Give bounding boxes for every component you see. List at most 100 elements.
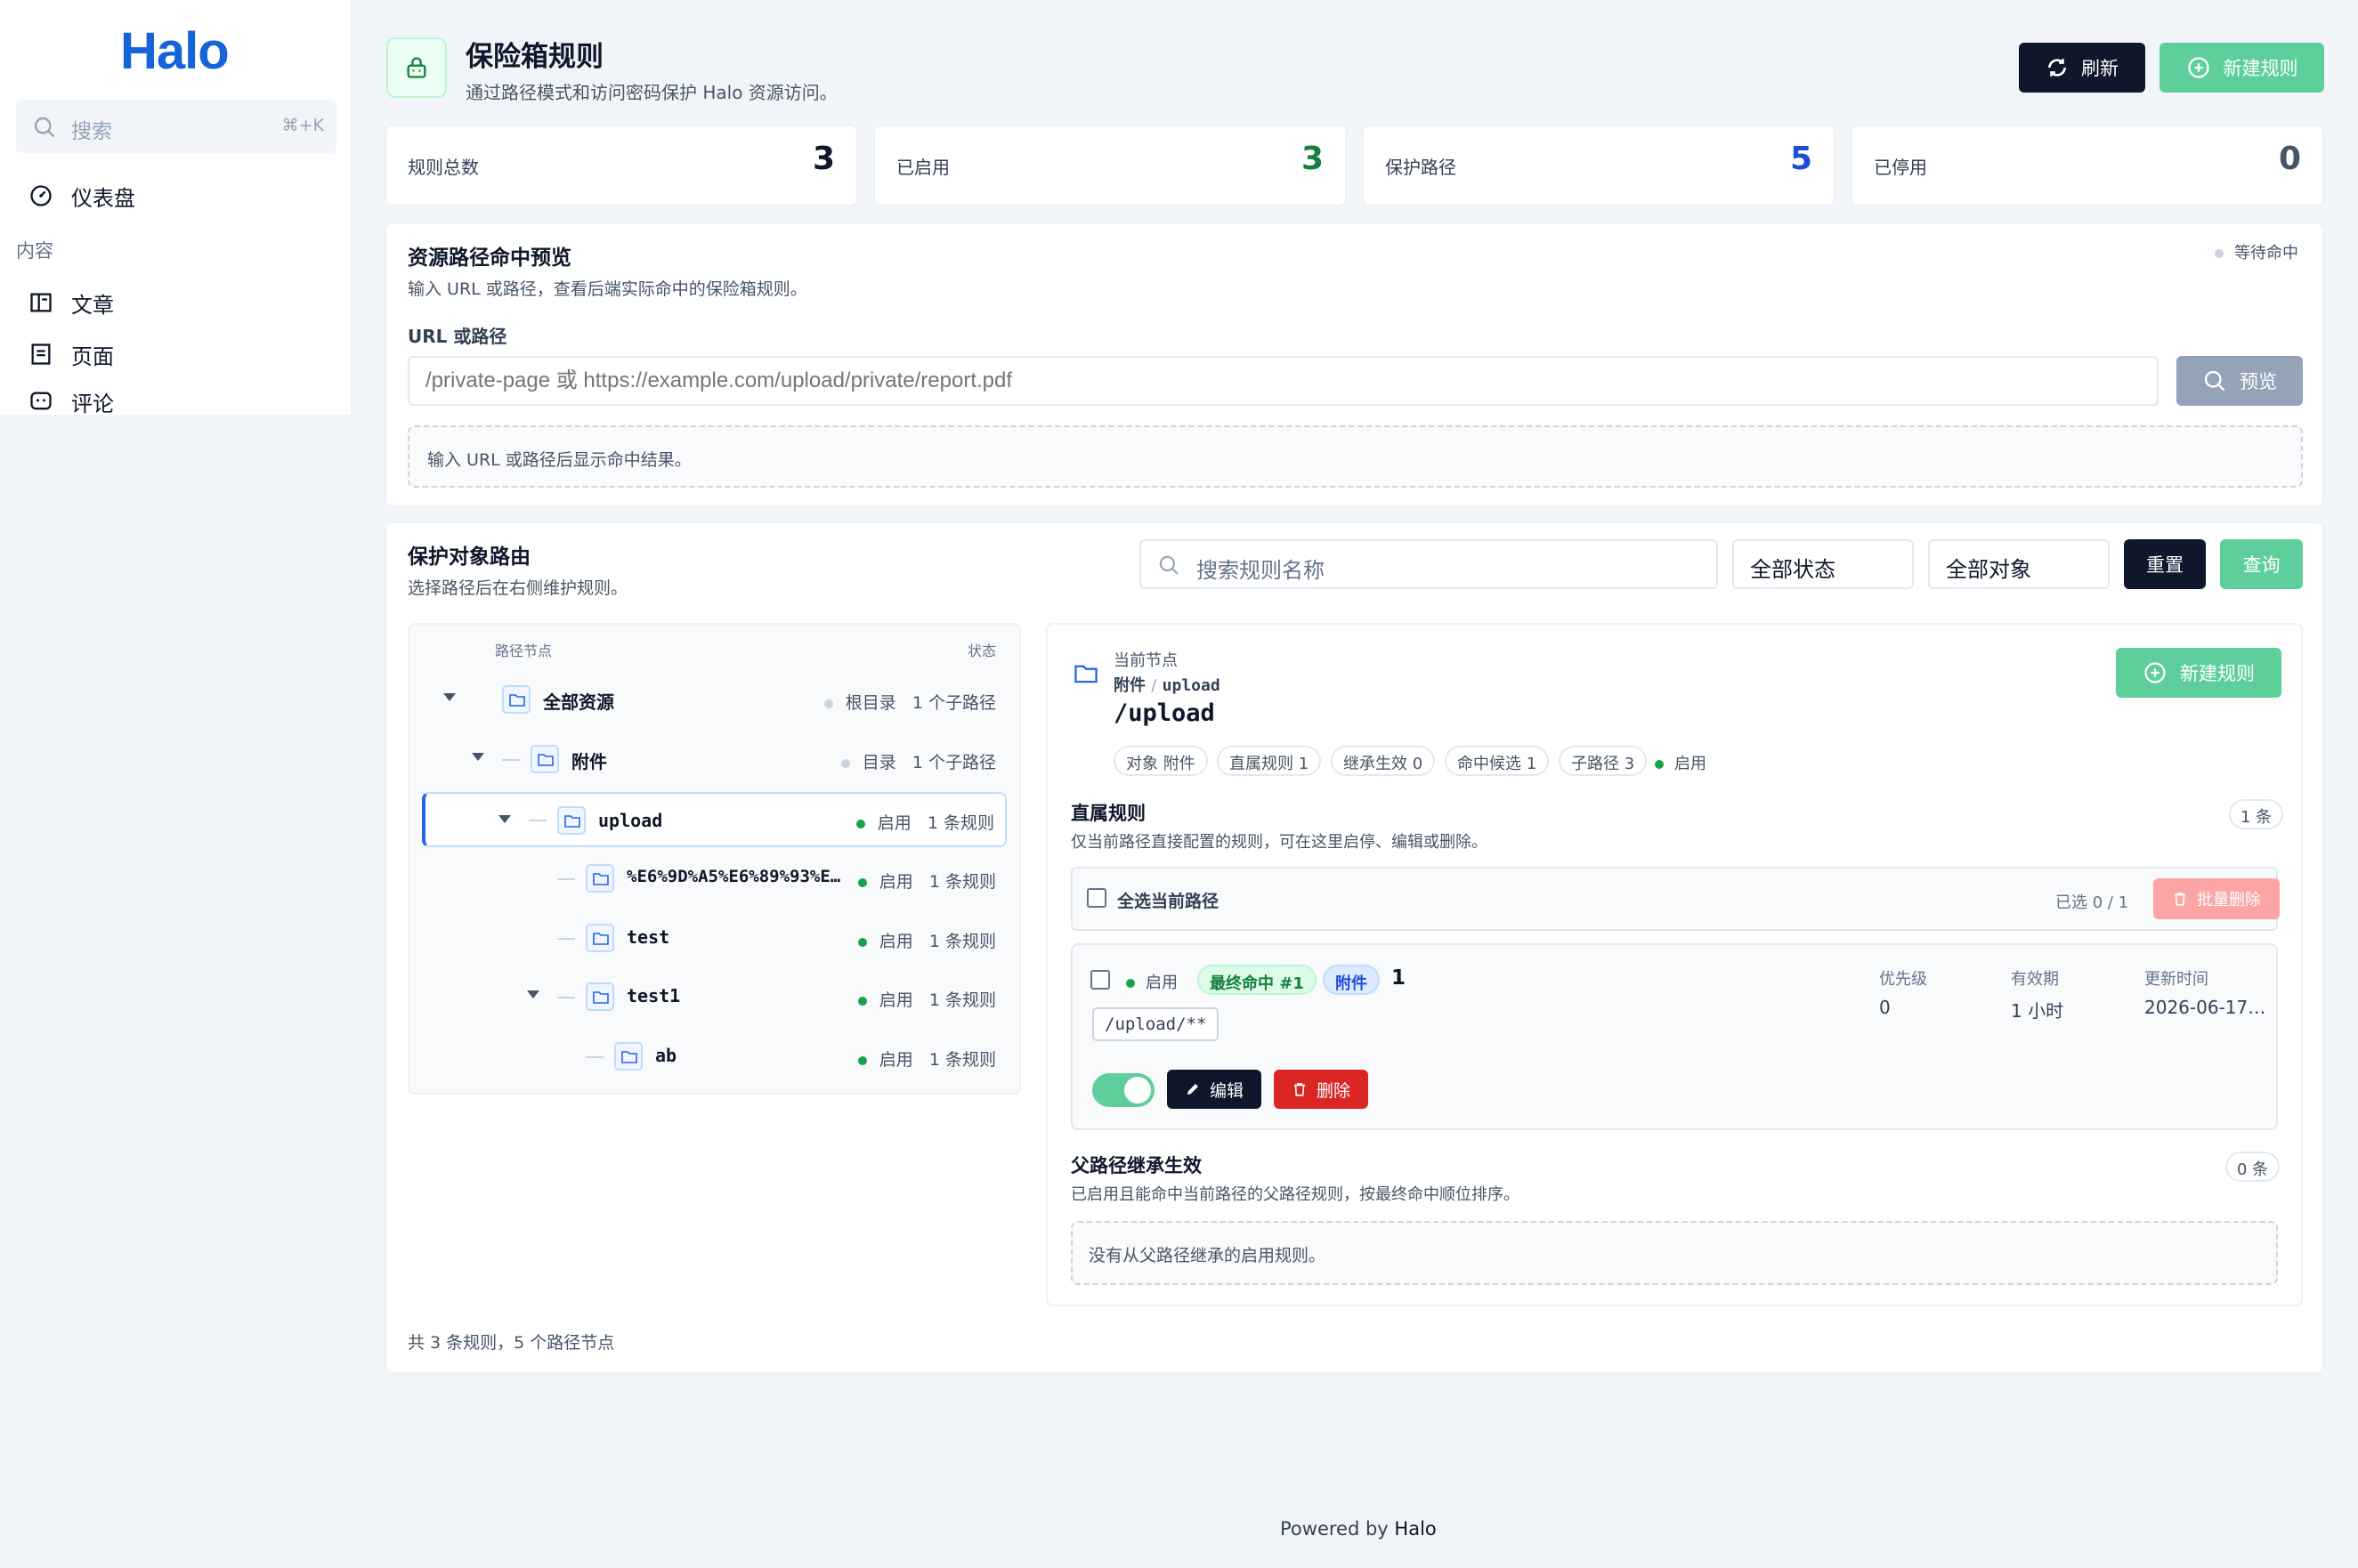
priority-label: 优先级 [1879,970,1927,989]
tree-node-ab[interactable]: ab 启用 1 条规则 [409,1031,1019,1082]
tree-connector [502,759,520,761]
stat-protected-paths: 保护路径 5 [1362,125,1835,206]
rule-search-input[interactable]: 搜索规则名称 [1139,539,1718,589]
node-name: %E6%9D%A5%E6%89%93%E… [627,867,841,886]
sidebar-item-comments[interactable]: 评论 [28,388,114,415]
node-status: 目录 1 个子路径 [840,749,996,773]
new-rule-button[interactable]: 新建规则 [2159,43,2324,93]
status-filter[interactable]: 全部状态 [1732,539,1914,589]
sidebar: Halo 搜索 ⌘+K 仪表盘 内容 文章 页面 评论 [0,0,352,415]
sidebar-item-label: 评论 [71,391,114,416]
selected-count: 已选 0 / 1 [2055,893,2129,912]
query-button[interactable]: 查询 [2220,539,2303,589]
sidebar-item-pages[interactable]: 页面 [28,336,114,372]
preview-button[interactable]: 预览 [2176,356,2303,406]
preview-result: 输入 URL 或路径后显示命中结果。 [408,425,2303,488]
page-subtitle: 通过路径模式和访问密码保护 Halo 资源访问。 [466,82,838,103]
breadcrumb: 附件 / upload [1114,676,1220,695]
chevron-down-icon[interactable] [527,990,539,998]
refresh-button[interactable]: 刷新 [2019,43,2145,93]
chip-hit-candidates: 命中候选 1 [1445,746,1550,776]
chevron-down-icon[interactable] [443,693,456,701]
node-status: 根目录 1 个子路径 [823,690,996,714]
node-name: upload [598,810,663,831]
direct-rules-title: 直属规则 [1071,803,1146,824]
folder-icon [586,924,614,952]
trash-icon [2175,893,2185,906]
stat-total-rules: 规则总数 3 [385,125,858,206]
inherited-rules-count: 0 条 [2225,1152,2281,1182]
tree-node-encoded[interactable]: %E6%9D%A5%E6%89%93%E… 启用 1 条规则 [409,853,1019,904]
halo-logo[interactable]: Halo [120,21,230,81]
routes-title: 保护对象路由 [408,546,531,569]
direct-rules-subtitle: 仅当前路径直接配置的规则，可在这里启停、编辑或删除。 [1071,833,1487,852]
vault-lock-icon [386,37,447,98]
delete-button[interactable]: 删除 [1274,1070,1368,1109]
tree-header-node: 路径节点 [495,643,553,659]
tree-node-upload-selected[interactable]: upload 启用 1 条规则 [422,792,1007,847]
edit-button[interactable]: 编辑 [1167,1070,1261,1109]
folder-icon [502,685,531,714]
tree-connector [586,1056,604,1058]
book-icon [30,293,52,312]
trash-icon [1293,1083,1305,1096]
tree-node-test[interactable]: test 启用 1 条规则 [409,912,1019,964]
tree-connector [557,938,575,940]
rule-card: 启用 最终命中 #1 附件 1 /upload/** 优先级 0 有效期 1 小… [1071,943,2278,1130]
chip-object: 对象 附件 [1114,746,1208,776]
preview-subtitle: 输入 URL 或路径，查看后端实际命中的保险箱规则。 [408,279,807,299]
rule-enable-toggle[interactable] [1092,1073,1155,1107]
object-filter[interactable]: 全部对象 [1928,539,2110,589]
edit-label: 编辑 [1209,1080,1244,1101]
refresh-label: 刷新 [2081,58,2119,79]
search-placeholder: 搜索规则名称 [1196,558,1325,583]
updated-value: 2026-06-17… [2144,997,2266,1018]
tree-connector [529,820,547,821]
node-enabled-status: 启用 [1655,751,1706,774]
tree-connector [557,878,575,880]
chevron-down-icon[interactable] [472,753,484,761]
tree-node-test1[interactable]: test1 启用 1 条规则 [409,971,1019,1022]
status-dot [1126,979,1135,988]
node-name: test [627,926,670,948]
stat-label: 规则总数 [408,157,479,178]
select-all-label: 全选当前路径 [1117,892,1220,911]
chevron-down-icon[interactable] [498,815,511,823]
url-input[interactable] [408,356,2159,406]
search-icon [34,117,55,138]
stat-value: 3 [1301,141,1324,177]
rule-name: 1 [1391,966,1406,990]
batch-delete-button[interactable]: 批量删除 [2153,878,2280,919]
stat-enabled: 已启用 3 [873,125,1347,206]
tree-node-attachments[interactable]: 附件 目录 1 个子路径 [409,733,1019,785]
tree-node-all-resources[interactable]: 全部资源 根目录 1 个子路径 [409,674,1019,725]
comment-icon [30,392,52,410]
status-dot [840,758,850,768]
status-dot [1655,760,1664,769]
inherited-rules-subtitle: 已启用且能命中当前路径的父路径规则，按最终命中顺位排序。 [1071,1185,1519,1204]
sidebar-item-dashboard[interactable]: 仪表盘 [28,178,135,214]
node-name: test1 [627,985,681,1006]
routes-summary: 共 3 条规则，5 个路径节点 [408,1333,615,1353]
sidebar-item-posts[interactable]: 文章 [28,285,114,320]
object-badge: 附件 [1323,965,1380,995]
folder-icon [531,745,559,773]
chip-direct-rules: 直属规则 1 [1217,746,1322,776]
node-status: 启用 1 条规则 [855,810,994,834]
halo-link[interactable]: Halo [1394,1518,1436,1540]
sidebar-search[interactable]: 搜索 ⌘+K [16,100,336,153]
rule-checkbox[interactable] [1090,970,1110,990]
status-dot [857,996,867,1006]
select-all-checkbox[interactable] [1087,888,1106,908]
new-rule-button[interactable]: 新建规则 [2116,648,2281,698]
toggle-knob [1124,1077,1151,1103]
preview-label: 预览 [2240,371,2277,392]
breadcrumb-parent[interactable]: 附件 [1114,676,1146,695]
refresh-icon [2048,59,2066,77]
preview-status: 等待命中 [2215,240,2298,263]
reset-button[interactable]: 重置 [2124,539,2206,589]
new-rule-label: 新建规则 [2180,663,2255,684]
delete-label: 删除 [1316,1080,1350,1101]
sidebar-group-content: 内容 [16,240,53,262]
node-name: 全部资源 [543,691,614,713]
